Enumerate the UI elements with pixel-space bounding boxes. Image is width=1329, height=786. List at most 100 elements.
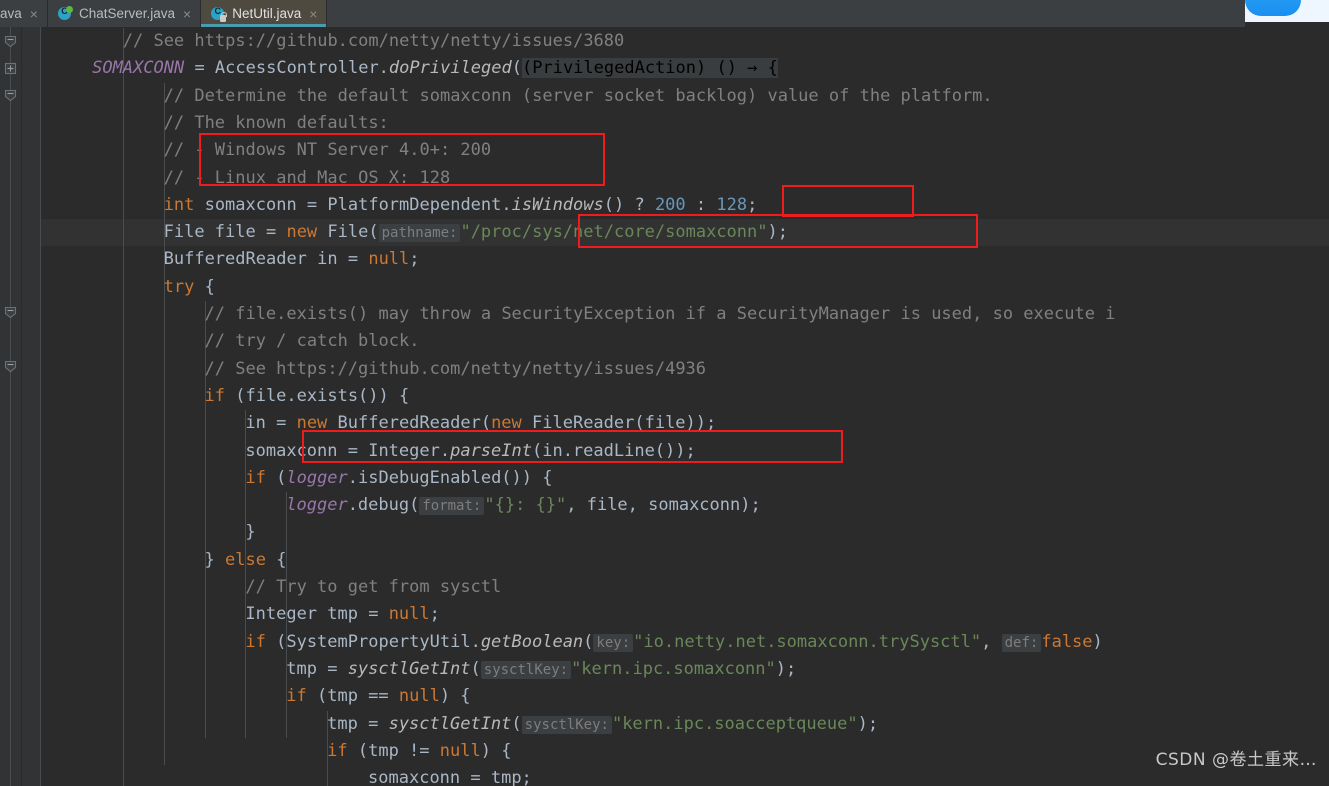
code-string: "{}: {}" — [484, 495, 567, 516]
code-text: in = — [245, 413, 297, 434]
code-number: 128 — [716, 194, 748, 215]
end-fold-icon[interactable] — [3, 305, 18, 320]
code-line[interactable]: if (logger.isDebugEnabled()) { — [41, 465, 552, 492]
code-text: ) { — [480, 740, 512, 761]
code-line[interactable]: // file.exists() may throw a SecurityExc… — [41, 301, 1116, 328]
editor-tab-ava[interactable]: ava × — [0, 0, 47, 27]
code-line[interactable]: try { — [41, 274, 215, 301]
code-line[interactable]: if (tmp != null) { — [41, 738, 511, 765]
code-editor[interactable]: // See https://github.com/netty/netty/is… — [0, 27, 1329, 786]
code-text: .debug( — [347, 495, 420, 516]
code-line[interactable]: if (file.exists()) { — [41, 383, 410, 410]
code-text: tmp = — [327, 713, 389, 734]
code-text: (SystemPropertyUtil. — [265, 631, 481, 652]
code-keyword: null — [398, 686, 440, 707]
code-keyword: false — [1041, 631, 1093, 652]
code-line[interactable]: logger.debug(format: "{}: {}", file, soma… — [41, 492, 761, 519]
editor-tab-bar: ava × ChatServer.java × NetUtil.java × — [0, 0, 1245, 27]
code-line[interactable]: // See https://github.com/netty/netty/is… — [41, 28, 625, 55]
run-badge-icon — [65, 5, 73, 13]
code-text: somaxconn = tmp; — [368, 768, 532, 786]
code-line[interactable]: // Try to get from sysctl — [41, 574, 501, 601]
code-number: 200 — [654, 194, 686, 215]
code-text: ( — [265, 467, 287, 488]
parameter-hint: def: — [1001, 633, 1042, 652]
code-text: ; — [747, 194, 758, 215]
code-field: logger — [286, 467, 348, 488]
code-string: "kern.ipc.soacceptqueue" — [611, 713, 858, 734]
close-icon[interactable]: × — [309, 7, 317, 21]
code-comment: // Try to get from sysctl — [245, 577, 502, 597]
end-fold-icon[interactable] — [3, 88, 18, 103]
code-text: BufferedReader in = — [163, 249, 369, 270]
code-comment: // try / catch block. — [204, 331, 420, 352]
code-line[interactable]: // See https://github.com/netty/netty/is… — [41, 356, 707, 383]
code-string: "io.netty.net.somaxconn.trySysctl" — [633, 631, 982, 652]
code-keyword: null — [368, 249, 410, 270]
editor-tab-chatserver-java[interactable]: ChatServer.java × — [47, 0, 201, 27]
code-keyword: null — [388, 604, 430, 625]
code-text: } — [204, 549, 225, 570]
code-keyword: int — [163, 194, 195, 215]
code-text: } — [245, 522, 256, 543]
code-comment: // See https://github.com/netty/netty/is… — [204, 358, 707, 379]
code-text: , file, somaxconn); — [566, 495, 761, 516]
code-keyword: if — [245, 631, 266, 652]
code-text: ( — [583, 631, 594, 652]
editor-tab-netutil-java[interactable]: NetUtil.java × — [201, 0, 327, 27]
collapse-fold-icon[interactable] — [3, 34, 18, 49]
expand-fold-icon[interactable] — [3, 61, 18, 76]
code-line[interactable]: // Determine the default somaxconn (serv… — [41, 83, 993, 110]
annotation-box-somaxconn-path — [578, 214, 978, 248]
code-line[interactable]: somaxconn = tmp; — [41, 765, 532, 786]
lock-badge-icon — [220, 11, 228, 22]
editor-tab-label: NetUtil.java — [232, 6, 302, 21]
code-method: getBoolean — [480, 631, 584, 652]
parameter-hint: sysctlKey: — [521, 715, 612, 734]
code-keyword: new — [286, 222, 318, 243]
code-text: { — [265, 549, 287, 570]
code-comment: // file.exists() may throw a SecurityExc… — [204, 304, 1116, 324]
code-comment: // See https://github.com/netty/netty/is… — [122, 31, 625, 51]
close-icon[interactable]: × — [183, 7, 191, 21]
code-line[interactable]: } — [41, 519, 256, 546]
code-line[interactable]: if (tmp == null) { — [41, 683, 471, 710]
parameter-hint: sysctlKey: — [480, 660, 572, 679]
editor-gutter[interactable] — [0, 27, 22, 786]
code-text: somaxconn = PlatformDependent. — [194, 194, 512, 215]
code-method: sysctlGetInt — [388, 713, 512, 734]
close-icon[interactable]: × — [30, 7, 38, 21]
code-method: isWindows — [511, 194, 604, 215]
collapse-fold-icon[interactable] — [3, 359, 18, 374]
code-line[interactable]: SOMAXCONN = AccessController.doPrivilege… — [41, 55, 778, 82]
annotation-box-ternary-values — [782, 185, 914, 217]
code-text: ) — [1092, 631, 1103, 652]
editor-tab-label: ChatServer.java — [78, 6, 176, 21]
code-line[interactable]: // try / catch block. — [41, 328, 420, 355]
code-text: ; — [409, 249, 420, 270]
code-line[interactable]: } else { — [41, 547, 287, 574]
code-field: SOMAXCONN — [92, 58, 185, 79]
code-text: File file = — [163, 222, 287, 243]
code-line[interactable]: Integer tmp = null; — [41, 601, 440, 628]
code-line[interactable]: tmp = sysctlGetInt(sysctlKey: "kern.ipc.s… — [41, 711, 878, 738]
code-text: tmp = — [286, 658, 348, 679]
code-method: doPrivileged — [388, 58, 512, 79]
code-line[interactable]: BufferedReader in = null; — [41, 246, 420, 273]
code-text: (tmp != — [347, 740, 440, 761]
code-text: ( — [511, 58, 522, 79]
editor-tab-label: ava — [0, 6, 22, 21]
code-text: ) { — [439, 686, 471, 707]
parameter-hint: pathname: — [378, 224, 461, 243]
tab-separator — [326, 0, 328, 27]
code-text: (tmp == — [306, 686, 399, 707]
top-right-blue-indicator[interactable] — [1245, 0, 1301, 16]
code-line[interactable]: if (SystemPropertyUtil.getBoolean(key: "i… — [41, 629, 1103, 656]
code-line[interactable]: tmp = sysctlGetInt(sysctlKey: "kern.ipc.s… — [41, 656, 796, 683]
class-locked-icon — [210, 6, 228, 22]
code-keyword: if — [204, 385, 225, 406]
code-text: , — [981, 631, 1002, 652]
code-text: ; — [429, 604, 440, 625]
code-text: : — [685, 194, 717, 215]
code-comment: // The known defaults: — [163, 112, 389, 133]
